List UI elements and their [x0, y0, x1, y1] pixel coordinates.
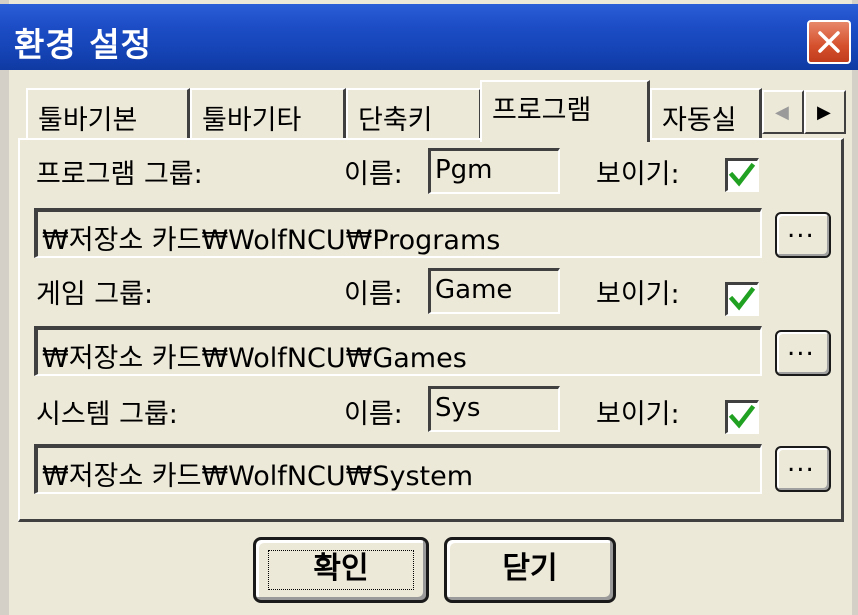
tab-toolbar-etc[interactable]: 툴바기타 — [190, 88, 346, 138]
tab-label: 툴바기타 — [202, 105, 302, 136]
close-icon — [818, 31, 840, 53]
button-label: 닫기 — [502, 551, 558, 586]
tab-label: 프로그램 — [492, 95, 592, 126]
tab-scroll-right-button[interactable]: ▶ — [804, 90, 846, 134]
tab-toolbar-basic[interactable]: 툴바기본 — [26, 88, 190, 138]
arrow-left-icon: ◀ — [775, 102, 789, 123]
tab-label: 자동실 — [662, 105, 737, 136]
tab-auto[interactable]: 자동실 — [650, 88, 762, 138]
tab-scroll-left-button[interactable]: ◀ — [762, 90, 804, 134]
tab-label: 툴바기본 — [38, 105, 138, 136]
tab-shortcuts[interactable]: 단축키 — [346, 88, 482, 138]
tab-programs[interactable]: 프로그램 — [480, 80, 650, 142]
arrow-right-icon: ▶ — [817, 102, 831, 123]
ok-button[interactable]: 확인 — [253, 537, 429, 603]
close-window-button[interactable] — [807, 20, 851, 64]
tab-panel — [18, 138, 844, 522]
focus-ring — [268, 550, 414, 590]
tab-label: 단축키 — [358, 105, 433, 136]
title-bar[interactable]: 환경 설정 — [0, 4, 858, 70]
window-title: 환경 설정 — [14, 25, 152, 64]
close-button[interactable]: 닫기 — [444, 537, 616, 603]
